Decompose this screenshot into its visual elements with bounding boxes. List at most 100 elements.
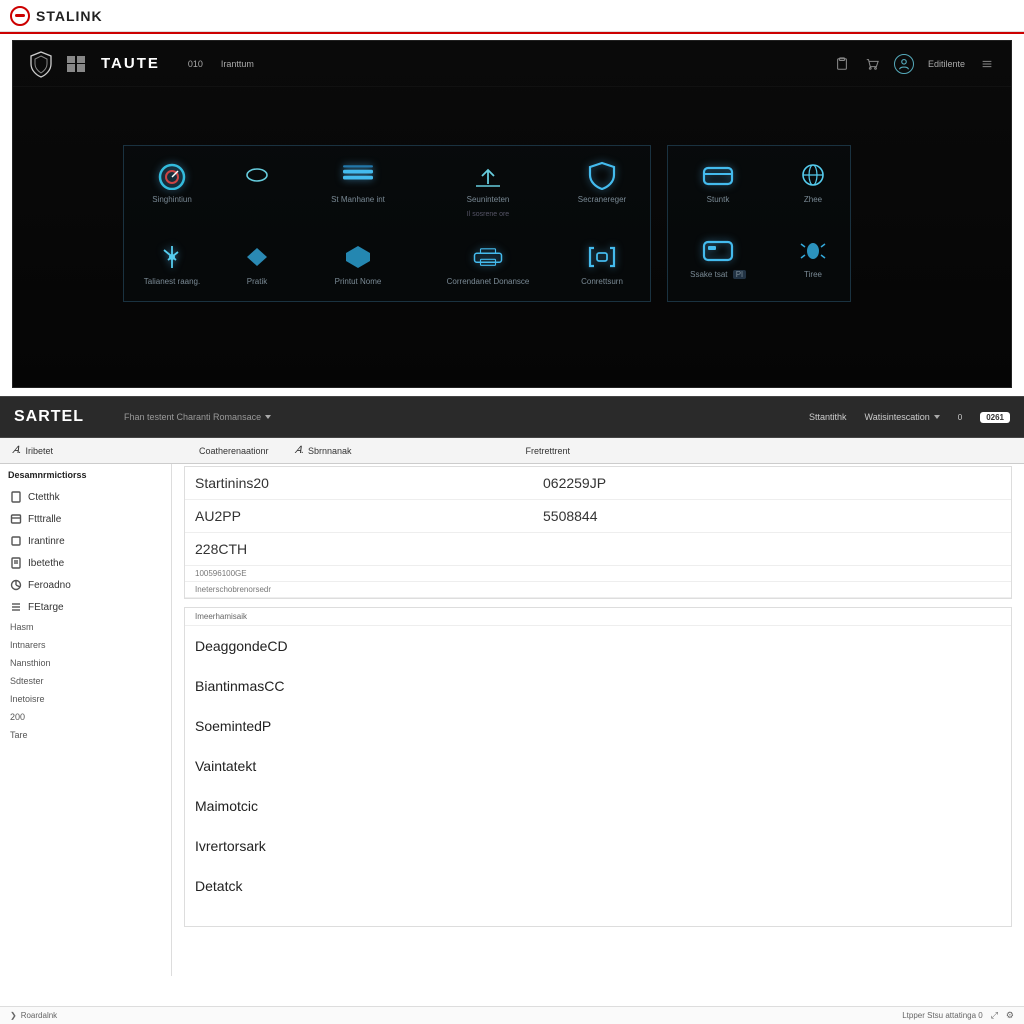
sidebar-item[interactable]: Ftttralle <box>0 508 171 530</box>
mid-bar: SARTEL Fhan testent Charanti Romansace S… <box>0 396 1024 438</box>
brand-logo-icon <box>10 6 30 26</box>
tile-loop[interactable] <box>240 160 274 190</box>
bracket-icon <box>584 242 620 272</box>
sidebar-plain-item[interactable]: Intnarers <box>0 636 171 654</box>
detail-subrow: Ineterschobrenorsedr <box>185 582 1011 598</box>
tile-hex[interactable]: Printut Nome <box>312 242 404 287</box>
bars-icon <box>340 160 376 190</box>
settings-icon[interactable]: ⚙ <box>1006 1010 1014 1021</box>
dashboard-panel: TAUTE 010 Iranttum Editilente Singhintiu… <box>12 40 1012 388</box>
tile-spark[interactable]: Talianest raang. <box>142 242 202 287</box>
detail-table: Startinins20062259JP AU2PP5508844 228CTH… <box>184 466 1012 599</box>
result-list-item[interactable]: BiantinmasCC <box>185 666 1011 706</box>
diamond-icon <box>239 242 275 272</box>
spark-icon <box>154 242 190 272</box>
tile-bars[interactable]: St Manhane int <box>312 160 404 205</box>
tile-label: Tiree <box>804 271 822 280</box>
tile-label: Pratik <box>247 278 267 287</box>
sidebar-plain-item[interactable]: Hasm <box>0 618 171 636</box>
tab-item[interactable]: 𝐴.Sbrnnanak <box>295 438 352 463</box>
globe-icon <box>795 160 831 190</box>
dashboard-nav-item[interactable]: Iranttum <box>221 59 254 69</box>
dashboard-nav-item[interactable]: 010 <box>188 59 203 69</box>
result-list-item[interactable]: Ivrertorsark <box>185 826 1011 866</box>
tile-sublabel: Il sosrene ore <box>467 211 509 218</box>
more-icon[interactable] <box>979 57 995 71</box>
tile-label: Conrettsurn <box>581 278 623 287</box>
tiles-box-side: Stuntk Zhee Ssake tsat Pl Tiree <box>667 145 851 302</box>
mid-badge: 0261 <box>980 412 1010 423</box>
bookmark-icon: ❯ <box>10 1011 17 1020</box>
mid-tag: 0 <box>958 413 962 422</box>
dashboard-wrapper: TAUTE 010 Iranttum Editilente Singhintiu… <box>0 40 1024 396</box>
tab-item[interactable]: Fretrettrent <box>526 438 571 463</box>
sidebar-item[interactable]: Feroadno <box>0 574 171 596</box>
chevron-down-icon <box>934 415 940 419</box>
user-avatar-icon[interactable] <box>894 54 914 74</box>
result-list-item[interactable]: Maimotcic <box>185 786 1011 826</box>
tiles-box-main: Singhintiun St Manhane int Seuninteten I… <box>123 145 651 302</box>
sidebar-plain-item[interactable]: Nansthion <box>0 654 171 672</box>
tiles-region: Singhintiun St Manhane int Seuninteten I… <box>13 87 1011 302</box>
box-icon <box>10 513 22 525</box>
tile-gauge[interactable]: Singhintiun <box>142 160 202 205</box>
gauge-icon <box>154 160 190 190</box>
bug-icon <box>795 235 831 265</box>
dashboard-shield-icon <box>29 50 53 78</box>
sidebar-plain-item[interactable]: Sdtester <box>0 672 171 690</box>
card-icon <box>700 160 736 190</box>
mid-logo: SARTEL <box>14 408 84 426</box>
result-list-item[interactable]: Detatck <box>185 866 1011 906</box>
status-bar: ❯ Roardalnk Ltpper Stsu attatinga 0 ⤢ ⚙ <box>0 1006 1024 1024</box>
sidebar-plain-item[interactable]: 200 <box>0 708 171 726</box>
result-list-header: Imeerhamisaik <box>185 608 1011 626</box>
tab-item[interactable]: 𝐴.Iribetet <box>12 438 53 463</box>
tab-icon: 𝐴. <box>295 445 304 456</box>
hex-icon <box>340 242 376 272</box>
tile-bracket[interactable]: Conrettsurn <box>572 242 632 287</box>
tile-label: Zhee <box>804 196 822 205</box>
result-list-item[interactable]: DeaggondeCD <box>185 626 1011 666</box>
clipboard-icon[interactable] <box>834 57 850 71</box>
mid-right: Sttantithk Watisintescation 0 0261 <box>809 412 1010 423</box>
sidebar-plain-item[interactable]: Tare <box>0 726 171 744</box>
tile-label: Seuninteten <box>467 196 510 205</box>
tile-printer[interactable]: Correndanet Donansce <box>442 242 534 287</box>
sidebar-plain-item[interactable]: Inetoisre <box>0 690 171 708</box>
detail-row: Startinins20062259JP <box>185 467 1011 500</box>
tile-card[interactable]: Stuntk <box>688 160 748 205</box>
tile-bug[interactable]: Tiree <box>796 235 830 280</box>
brand-name: STALINK <box>36 8 103 24</box>
result-list: Imeerhamisaik DeaggondeCD BiantinmasCC S… <box>184 607 1012 927</box>
tile-globe[interactable]: Zhee <box>796 160 830 205</box>
result-list-item[interactable]: Vaintatekt <box>185 746 1011 786</box>
sidebar-item[interactable]: Irantinre <box>0 530 171 552</box>
detail-row: AU2PP5508844 <box>185 500 1011 533</box>
mid-menu-dropdown[interactable]: Watisintescation <box>865 412 940 422</box>
sidebar-heading: Desamnrmictiorss <box>0 464 171 486</box>
cart-icon[interactable] <box>864 57 880 71</box>
mid-status-label[interactable]: Sttantithk <box>809 412 847 422</box>
tile-label: Stuntk <box>707 196 730 205</box>
detail-subrow: 100596100GE <box>185 566 1011 582</box>
tile-arrow[interactable]: Seuninteten Il sosrene ore <box>442 160 534 218</box>
tile-label: Secranereger <box>578 196 626 205</box>
tile-card2[interactable]: Ssake tsat Pl <box>688 235 748 280</box>
shield-icon <box>584 160 620 190</box>
sidebar-item[interactable]: FEtarge <box>0 596 171 618</box>
sidebar-item[interactable]: Ibetethe <box>0 552 171 574</box>
sidebar-item[interactable]: Ctetthk <box>0 486 171 508</box>
dashboard-right-label[interactable]: Editilente <box>928 59 965 69</box>
dashboard-title: TAUTE <box>101 55 160 72</box>
pie-icon <box>10 579 22 591</box>
tile-shield[interactable]: Secranereger <box>572 160 632 205</box>
tab-item[interactable]: Coatherenaationr <box>199 438 269 463</box>
expand-icon[interactable]: ⤢ <box>991 1010 998 1021</box>
dashboard-nav: 010 Iranttum <box>188 59 254 69</box>
dashboard-grid-icon[interactable] <box>67 56 85 72</box>
doc-icon <box>10 491 22 503</box>
result-list-item[interactable]: SoemintedP <box>185 706 1011 746</box>
mid-dropdown[interactable]: Fhan testent Charanti Romansace <box>124 412 271 422</box>
tile-label: Talianest raang. <box>144 278 200 287</box>
tile-diamond[interactable]: Pratik <box>240 242 274 287</box>
